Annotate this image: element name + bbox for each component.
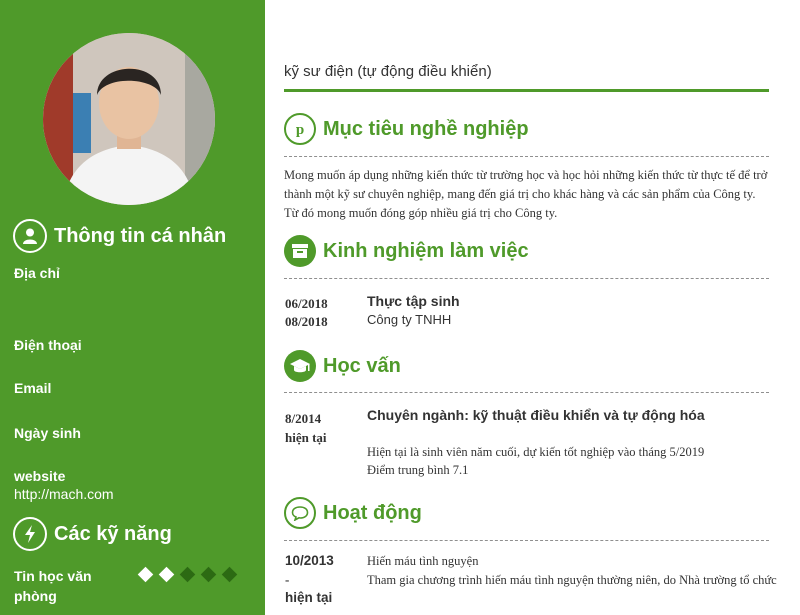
address-label: Địa chỉ	[14, 265, 60, 281]
email-label: Email	[14, 380, 52, 396]
avatar	[43, 33, 215, 205]
education-title: Học vấn	[323, 354, 401, 377]
lightning-icon	[13, 517, 47, 551]
experience-end-date: 08/2018	[285, 314, 328, 329]
graduation-cap-icon	[284, 350, 316, 382]
skills-heading: Các kỹ năng	[13, 517, 172, 551]
activity-description: Tham gia chương trình hiến máu tình nguy…	[367, 573, 777, 587]
objective-divider	[284, 156, 769, 157]
experience-title: Kinh nghiệm làm việc	[323, 239, 529, 262]
experience-company: Công ty TNHH	[367, 312, 452, 327]
skill-diamond	[200, 566, 217, 583]
education-gpa: Điểm trung bình 7.1	[367, 463, 469, 477]
title-divider	[284, 89, 769, 92]
birthday-label: Ngày sinh	[14, 425, 81, 441]
skill-diamond	[179, 566, 196, 583]
skills-title: Các kỹ năng	[54, 522, 172, 545]
phone-label: Điện thoại	[14, 337, 82, 353]
main-content: kỹ sư điện (tự động điều khiển) p Mục ti…	[265, 0, 800, 615]
skill-diamond	[137, 566, 154, 583]
speech-bubble-icon	[284, 497, 316, 529]
education-heading: Học vấn	[284, 350, 401, 382]
objective-heading: p Mục tiêu nghề nghiệp	[284, 113, 529, 145]
education-note: Hiện tại là sinh viên năm cuối, dự kiến …	[367, 445, 705, 459]
education-divider	[284, 392, 769, 393]
personal-info-heading: Thông tin cá nhân	[13, 219, 226, 253]
experience-divider	[284, 278, 769, 279]
sidebar: Thông tin cá nhân Địa chỉ Điện thoại Ema…	[0, 0, 265, 615]
activities-heading: Hoạt động	[284, 497, 422, 529]
activity-end-date: hiện tại	[285, 590, 333, 605]
cv-page: Thông tin cá nhân Địa chỉ Điện thoại Ema…	[0, 0, 800, 615]
user-icon	[13, 219, 47, 253]
pinterest-icon: p	[284, 113, 316, 145]
education-major: Chuyên ngành: kỹ thuật điều khiển và tự …	[367, 407, 705, 423]
website-link[interactable]: http://mach.com	[14, 486, 114, 502]
svg-text:p: p	[296, 122, 304, 138]
website-label: website	[14, 468, 66, 484]
activities-title: Hoạt động	[323, 501, 422, 524]
objective-title: Mục tiêu nghề nghiệp	[323, 117, 529, 140]
experience-position: Thực tập sinh	[367, 293, 460, 309]
education-start-date: 8/2014	[285, 411, 322, 426]
skill-diamond	[158, 566, 175, 583]
activities-divider	[284, 540, 769, 541]
personal-info-title: Thông tin cá nhân	[54, 224, 227, 247]
activity-start-date: 10/2013	[285, 553, 334, 568]
skill-name: Tin học văn phòng	[14, 568, 92, 604]
activity-date-dash: -	[285, 572, 290, 587]
education-end-date: hiện tại	[285, 430, 327, 445]
experience-heading: Kinh nghiệm làm việc	[284, 235, 529, 267]
job-title: kỹ sư điện (tự động điều khiển)	[284, 63, 492, 80]
skill-diamond	[221, 566, 238, 583]
experience-start-date: 06/2018	[285, 296, 328, 311]
archive-icon	[284, 235, 316, 267]
objective-text: Mong muốn áp dụng những kiến thức từ trư…	[284, 168, 768, 220]
skill-rating	[136, 566, 239, 583]
activity-name: Hiến máu tình nguyện	[367, 554, 479, 568]
